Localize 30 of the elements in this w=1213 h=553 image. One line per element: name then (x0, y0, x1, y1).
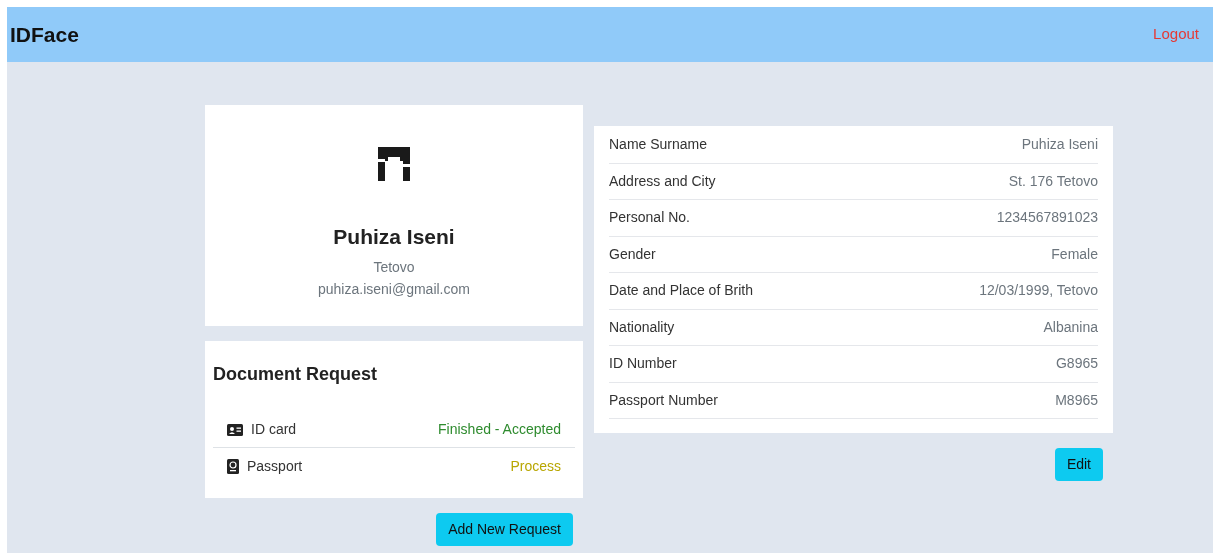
detail-value: St. 176 Tetovo (1008, 171, 1098, 191)
detail-label: Nationality (609, 317, 675, 337)
edit-button[interactable]: Edit (1054, 448, 1103, 481)
detail-label: Address and City (609, 171, 716, 191)
detail-value: Albanina (1043, 317, 1098, 337)
detail-value: Female (1051, 244, 1098, 264)
add-request-button[interactable]: Add New Request (436, 513, 573, 546)
request-status: Process (510, 456, 561, 476)
detail-label: Passport Number (609, 390, 718, 410)
request-title: Document Request (213, 363, 379, 386)
detail-label: Name Surname (609, 135, 708, 155)
detail-value: G8965 (1055, 354, 1098, 374)
detail-label: Personal No. (609, 208, 690, 228)
detail-value: Puhiza Iseni (1021, 135, 1098, 155)
profile-city: Tetovo (373, 257, 415, 277)
brand-title[interactable]: IDFace (10, 18, 79, 51)
passport-icon (227, 458, 239, 474)
id-card-icon (227, 423, 243, 436)
detail-label: ID Number (609, 354, 677, 374)
detail-value: M8965 (1055, 390, 1098, 410)
detail-value: 1234567891023 (996, 208, 1098, 228)
request-status: Finished - Accepted (438, 420, 561, 439)
detail-value: 12/03/1999, Tetovo (979, 281, 1098, 301)
request-label: ID card (251, 420, 297, 439)
request-label: Passport (247, 456, 303, 476)
detail-label: Gender (609, 244, 656, 264)
image-icon (378, 147, 410, 181)
profile-name: Puhiza Iseni (333, 224, 455, 250)
detail-label: Date and Place of Brith (609, 281, 753, 301)
profile-email: puhiza.iseni@gmail.com (318, 279, 470, 299)
